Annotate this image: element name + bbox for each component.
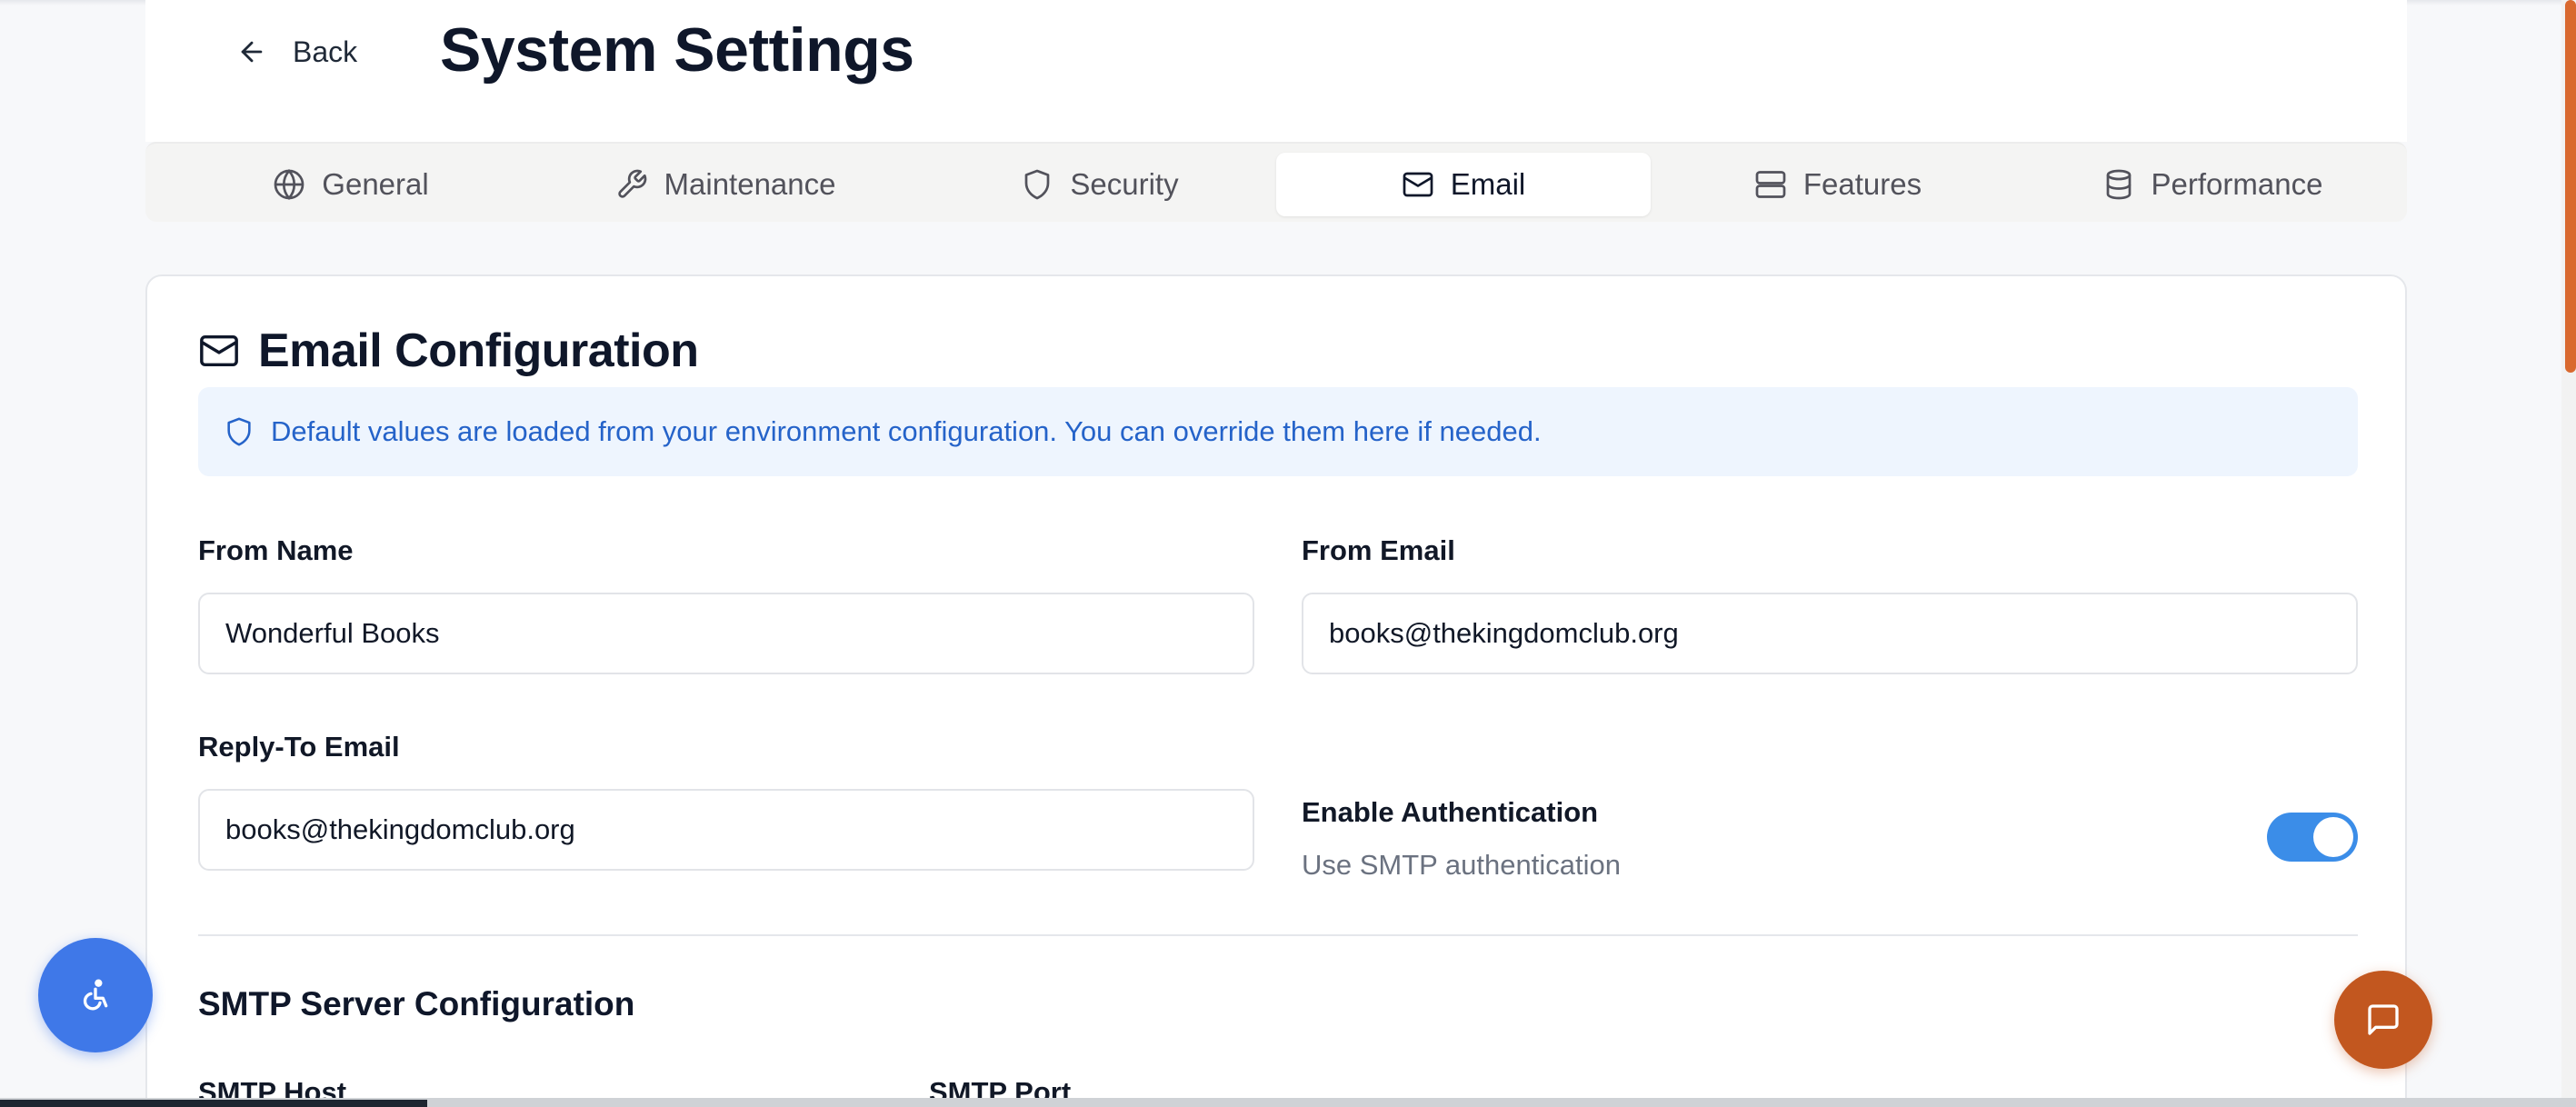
tab-label: Security [1070,167,1179,201]
tab-label: Maintenance [664,167,836,201]
back-label: Back [293,35,358,68]
globe-icon [274,168,305,201]
from-name-label: From Name [198,534,354,566]
arrow-left-icon [241,41,263,63]
email-config-card: Email Configuration Default values are l… [145,274,2407,1107]
reply-to-label: Reply-To Email [198,731,400,763]
tab-general[interactable]: General [164,153,538,216]
tab-label: Performance [2151,167,2323,201]
from-email-input[interactable] [1302,593,2358,674]
mail-icon [1403,172,1433,197]
card-title-text: Email Configuration [258,324,699,377]
from-name-input[interactable] [198,593,1254,674]
tab-performance[interactable]: Performance [2025,153,2400,216]
notice-text: Default values are loaded from your envi… [271,415,1542,447]
shield-icon [227,417,251,446]
scrollbar-thumb[interactable] [2565,0,2576,373]
auth-toggle-description: Use SMTP authentication [1302,849,1621,881]
wrench-icon [617,169,646,198]
tab-label: Email [1450,167,1526,201]
accessibility-button[interactable] [38,938,153,1052]
shield-icon [1025,169,1050,200]
database-icon [2106,169,2131,200]
page-title: System Settings [440,15,914,85]
bottom-dark-strip [0,1100,427,1107]
reply-to-input[interactable] [198,789,1254,871]
back-button[interactable]: Back [236,27,357,76]
tab-label: Features [1802,167,1922,201]
header: Back System Settings [145,0,2407,142]
card-title: Email Configuration [198,324,699,378]
settings-tabs: General Maintenance Security Email Featu… [145,142,2407,222]
tab-maintenance[interactable]: Maintenance [538,153,913,216]
server-icon [1755,171,1786,198]
tab-features[interactable]: Features [1651,153,2025,216]
mail-icon [200,334,238,367]
info-notice: Default values are loaded from your envi… [198,387,2358,476]
accessibility-icon [83,979,108,1011]
tab-label: General [322,167,429,201]
smtp-section-title: SMTP Server Configuration [198,985,635,1022]
tab-security[interactable]: Security [913,153,1287,216]
chat-icon [2368,1004,2399,1035]
toggle-knob [2313,817,2353,857]
auth-toggle[interactable] [2267,813,2358,862]
chat-button[interactable] [2334,971,2432,1069]
tab-email[interactable]: Email [1276,153,1651,216]
divider [198,934,2358,936]
page: Back System Settings General Maintenance… [0,0,2576,1107]
from-email-label: From Email [1302,534,1455,566]
auth-toggle-label: Enable Authentication [1302,796,1599,828]
